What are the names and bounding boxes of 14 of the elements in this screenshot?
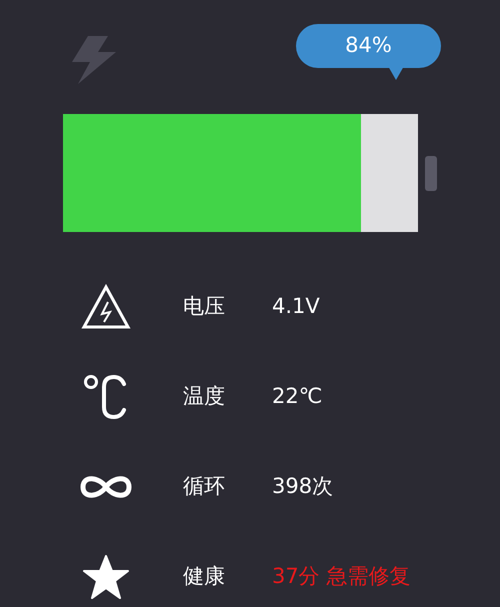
- stat-value: 37分 急需修复: [272, 563, 410, 590]
- celsius-icon: [83, 374, 129, 420]
- stat-label: 循环: [183, 473, 226, 500]
- stat-label: 健康: [183, 563, 226, 590]
- battery-terminal: [425, 156, 437, 190]
- stat-label: 电压: [183, 293, 226, 320]
- stat-value: 398次: [272, 473, 334, 500]
- warning-triangle-icon: [81, 284, 131, 330]
- stat-value: 22℃: [272, 383, 322, 410]
- bubble-tail: [388, 66, 404, 80]
- stat-label: 温度: [183, 383, 226, 410]
- percent-bubble: 84%: [296, 24, 441, 68]
- stat-value: 4.1V: [272, 293, 320, 320]
- star-icon: [83, 555, 129, 599]
